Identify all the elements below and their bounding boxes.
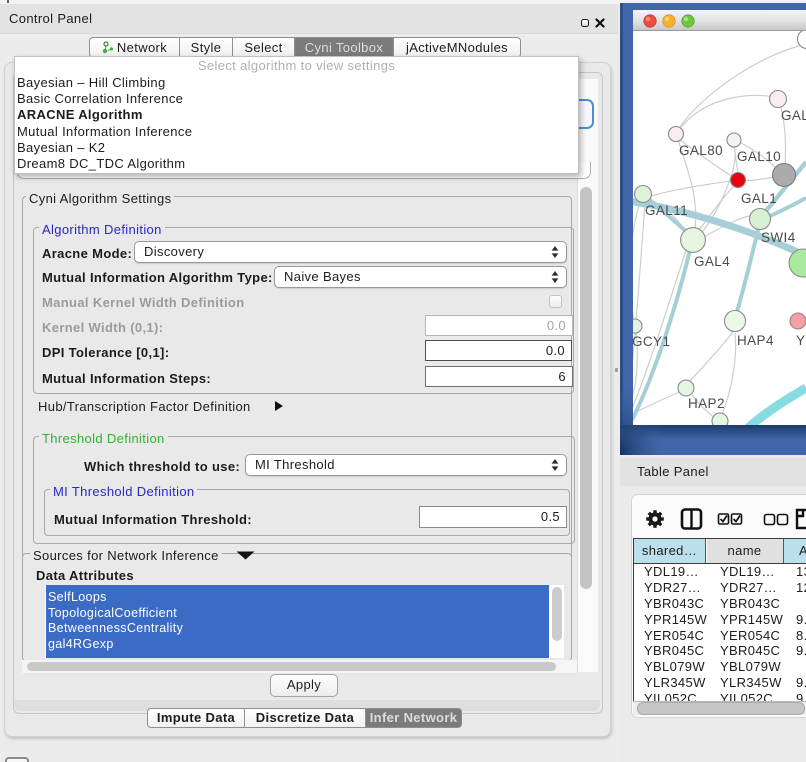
svg-text:GAL2: GAL2 <box>781 108 806 123</box>
svg-text:HAP4: HAP4 <box>737 333 774 348</box>
svg-text:SWI4: SWI4 <box>761 230 796 245</box>
svg-text:GCY1: GCY1 <box>632 334 670 349</box>
svg-text:Y: Y <box>796 333 805 348</box>
svg-text:GAL4: GAL4 <box>694 254 730 269</box>
svg-text:GAL11: GAL11 <box>645 203 688 218</box>
svg-text:GAL80: GAL80 <box>679 143 723 158</box>
svg-text:GAL10: GAL10 <box>737 149 781 164</box>
svg-text:GAL1: GAL1 <box>741 191 777 206</box>
svg-text:HAP2: HAP2 <box>688 396 725 411</box>
